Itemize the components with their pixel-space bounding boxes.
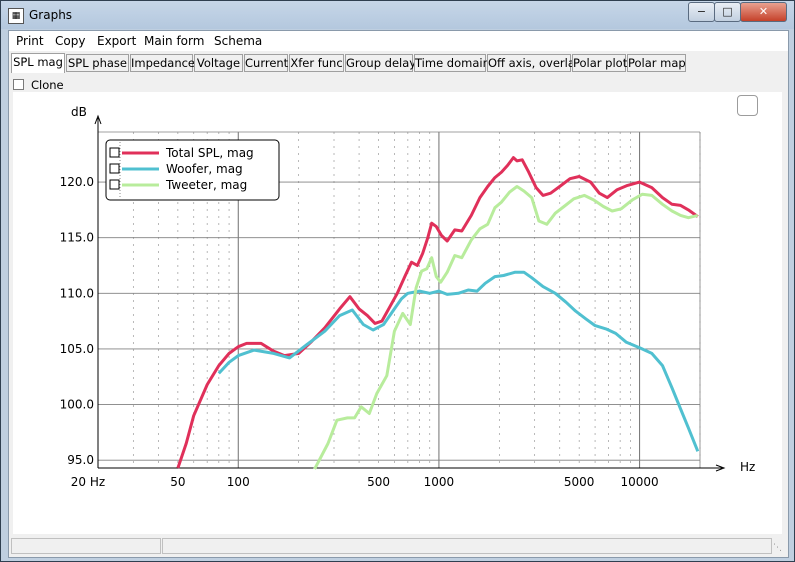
menu-copy[interactable]: Copy: [55, 34, 85, 48]
y-tick-label: 110.0: [60, 286, 94, 300]
maximize-button[interactable]: □: [714, 2, 741, 22]
tab-polar-map[interactable]: Polar map: [627, 54, 686, 72]
menu-main-form[interactable]: Main form: [144, 34, 204, 48]
x-tick-label: 100: [227, 475, 250, 489]
x-tick-label: 50: [170, 475, 185, 489]
tab-voltage[interactable]: Voltage: [194, 54, 243, 72]
tab-time-domain[interactable]: Time domain: [414, 54, 490, 72]
menu-export[interactable]: Export: [97, 34, 136, 48]
corner-toggle-box[interactable]: [737, 95, 758, 116]
menu-bar: Print Copy Export Main form Schema: [9, 31, 788, 51]
legend-checkbox: [109, 147, 120, 158]
clone-label: Clone: [31, 78, 64, 92]
graphs-window: ▦ Graphs − □ ✕ Print Copy Export Main fo…: [0, 0, 795, 562]
legend-checkbox: [109, 179, 120, 190]
y-axis-label: dB: [71, 105, 87, 119]
tab-impedance[interactable]: Impedance: [130, 54, 195, 72]
tab-group-delay[interactable]: Group delay: [345, 54, 416, 72]
app-icon[interactable]: ▦: [8, 8, 24, 24]
status-bar: ⋱: [9, 536, 788, 557]
y-tick-label: 100.0: [60, 398, 94, 412]
series-lines: [176, 156, 700, 470]
series-line-2: [217, 270, 700, 452]
legend-checkbox: [109, 163, 120, 174]
menu-schema[interactable]: Schema: [214, 34, 262, 48]
legend-label: Tweeter, mag: [165, 178, 247, 192]
client-area: Print Copy Export Main form Schema SPL m…: [8, 30, 789, 558]
tab-spl-phase[interactable]: SPL phase: [66, 54, 129, 72]
y-tick-label: 105.0: [60, 342, 94, 356]
resize-grip-icon[interactable]: ⋱: [773, 542, 785, 554]
y-tick-label: 95.0: [67, 453, 94, 467]
menu-print[interactable]: Print: [16, 34, 44, 48]
tab-spl-mag[interactable]: SPL mag: [11, 53, 65, 73]
x-tick-label: 20 Hz: [71, 475, 105, 489]
tab-strip: SPL mag SPL phase Impedance Voltage Curr…: [9, 53, 788, 73]
window-title: Graphs: [29, 8, 73, 22]
status-cell-right: [162, 538, 772, 554]
spl-chart[interactable]: dB Hz 120.0 115.0 110.0 105.0 100.0 95.0 20 Hz 50…: [13, 92, 782, 534]
x-tick-label: 10000: [620, 475, 658, 489]
tab-polar-plot[interactable]: Polar plot: [572, 54, 627, 72]
tab-off-axis-overlay[interactable]: Off axis, overlay: [487, 54, 582, 72]
tab-current[interactable]: Current: [244, 54, 288, 72]
x-tick-label: 5000: [564, 475, 595, 489]
close-button[interactable]: ✕: [740, 2, 787, 22]
title-bar[interactable]: ▦ Graphs − □ ✕: [1, 1, 794, 29]
legend-label: Woofer, mag: [166, 162, 243, 176]
clone-checkbox[interactable]: [13, 79, 24, 90]
x-tick-label: 500: [367, 475, 390, 489]
legend-label: Total SPL, mag: [165, 146, 254, 160]
minimize-button[interactable]: −: [688, 2, 715, 22]
status-cell-left: [11, 538, 161, 554]
x-tick-label: 1000: [424, 475, 455, 489]
y-tick-label: 120.0: [60, 175, 94, 189]
legend: Total SPL, mag Woofer, mag Tweeter, mag: [105, 139, 280, 201]
series-line-1: [176, 156, 699, 469]
tab-xfer-func[interactable]: Xfer func: [289, 54, 344, 72]
y-tick-label: 115.0: [60, 231, 94, 245]
x-axis-label: Hz: [740, 460, 755, 474]
graph-panel: dB Hz 120.0 115.0 110.0 105.0 100.0 95.0 20 Hz 50…: [13, 92, 782, 534]
